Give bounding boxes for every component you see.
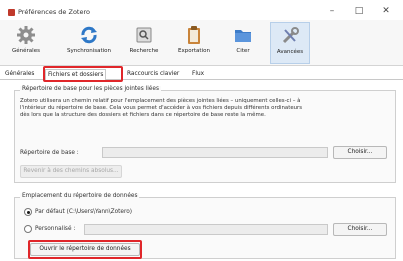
preferences-toolbar: Générales Synchronisation Recherche Expo… <box>0 20 403 66</box>
base-directory-description-line: l'intérieur du répertoire de base. Cela … <box>20 105 303 111</box>
base-directory-label: Répertoire de base : <box>20 150 79 156</box>
toolbar-label: Synchronisation <box>66 48 112 54</box>
clipboard-icon <box>188 26 200 44</box>
window-title: Préférences de Zotero <box>18 8 90 16</box>
close-button[interactable]: ✕ <box>374 4 398 18</box>
toolbar-label: Recherche <box>129 48 159 54</box>
base-directory-description-line: Zotero utilisera un chemin relatif pour … <box>20 98 301 104</box>
toolbar-advanced[interactable]: Avancées <box>270 22 310 64</box>
title-bar: Préférences de Zotero – □ ✕ <box>0 0 403 20</box>
base-directory-title: Répertoire de base pour les pièces joint… <box>20 86 161 92</box>
maximize-button[interactable]: □ <box>347 4 371 18</box>
default-directory-label: Par défaut (C:\Users\Yann\Zotero) <box>35 209 133 215</box>
toolbar-search[interactable]: Recherche <box>126 22 162 64</box>
choose-base-directory-button[interactable]: Choisir... <box>333 146 387 159</box>
folder-icon <box>235 30 251 42</box>
gear-icon <box>17 26 35 44</box>
toolbar-general[interactable]: Générales <box>8 22 44 64</box>
tab-keyboard-shortcuts[interactable]: Raccourcis clavier <box>125 69 181 80</box>
tab-feeds[interactable]: Flux <box>190 69 206 80</box>
choose-data-directory-button[interactable]: Choisir... <box>333 223 387 236</box>
minimize-button[interactable]: – <box>320 4 344 18</box>
toolbar-label: Avancées <box>276 49 304 55</box>
wrench-icon <box>282 27 299 44</box>
search-icon <box>136 27 152 43</box>
custom-directory-field[interactable] <box>84 224 328 235</box>
base-directory-field[interactable] <box>102 147 328 158</box>
highlight-box <box>43 66 123 82</box>
toolbar-label: Citer <box>236 48 250 54</box>
sync-icon <box>81 26 97 44</box>
base-directory-description-line: dès lors que la structure des dossiers e… <box>20 112 266 118</box>
revert-absolute-paths-button: Revenir à des chemins absolus... <box>20 165 122 178</box>
default-directory-radio[interactable] <box>24 208 32 216</box>
toolbar-label: Générales <box>12 48 40 54</box>
data-directory-title: Emplacement du répertoire de données <box>20 193 140 199</box>
tab-general[interactable]: Générales <box>3 69 36 80</box>
toolbar-sync[interactable]: Synchronisation <box>60 22 118 64</box>
zotero-app-icon <box>8 9 15 16</box>
custom-directory-label: Personnalisé : <box>35 226 76 232</box>
toolbar-label: Exportation <box>178 48 210 54</box>
toolbar-export[interactable]: Exportation <box>172 22 216 64</box>
toolbar-cite[interactable]: Citer <box>226 22 260 64</box>
custom-directory-radio[interactable] <box>24 225 32 233</box>
highlight-box <box>28 240 142 259</box>
